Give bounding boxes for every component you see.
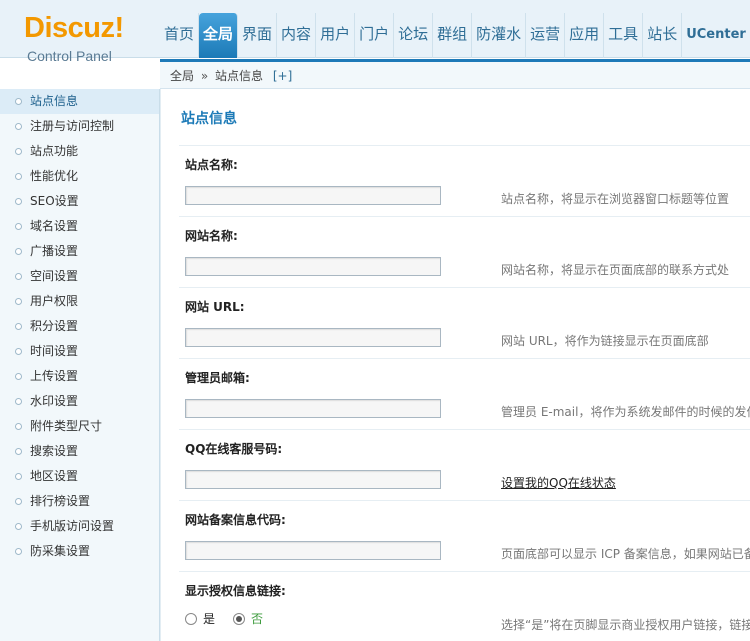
nav-forum[interactable]: 论坛	[394, 13, 434, 58]
field-label: 管理员邮箱:	[185, 371, 250, 385]
sidebar-item-mobile[interactable]: 手机版访问设置	[0, 514, 159, 539]
breadcrumb-root[interactable]: 全局	[170, 69, 194, 83]
sidebar-item-follow[interactable]: 广播设置	[0, 239, 159, 264]
sidebar-item-functions[interactable]: 站点功能	[0, 139, 159, 164]
sidebar-item-seo[interactable]: SEO设置	[0, 189, 159, 214]
sidebar-item-datetime[interactable]: 时间设置	[0, 339, 159, 364]
sidebar-item-performance[interactable]: 性能优化	[0, 164, 159, 189]
nav-tools[interactable]: 工具	[604, 13, 644, 58]
field-tip: 管理员 E-mail，将作为系统发邮件的时候的发件	[501, 405, 750, 419]
sidebar-item-credits[interactable]: 积分设置	[0, 314, 159, 339]
bbname-input[interactable]	[185, 257, 441, 276]
nav-global[interactable]: 全局	[199, 13, 239, 58]
field-tip: 网站名称，将显示在页面底部的联系方式处	[501, 263, 730, 277]
radio-no-label[interactable]: 否	[251, 610, 263, 627]
sidebar-item-access[interactable]: 注册与访问控制	[0, 114, 159, 139]
sidebar-item-domain[interactable]: 域名设置	[0, 214, 159, 239]
icp-input[interactable]	[185, 541, 441, 560]
field-label: QQ在线客服号码:	[185, 442, 283, 456]
field-tip: 网站 URL，将作为链接显示在页面底部	[501, 334, 709, 348]
sidebar: 站点信息 注册与访问控制 站点功能 性能优化 SEO设置 域名设置 广播设置 空…	[0, 89, 160, 641]
field-row-bbname: 网站名称: 网站名称，将显示在页面底部的联系方式处	[179, 216, 750, 287]
nav-home[interactable]: 首页	[160, 13, 200, 58]
field-label: 网站备案信息代码:	[185, 513, 286, 527]
field-row-adminemail: 管理员邮箱: 管理员 E-mail，将作为系统发邮件的时候的发件	[179, 358, 750, 429]
field-row-qq: QQ在线客服号码: 设置我的QQ在线状态	[179, 429, 750, 500]
nav-group[interactable]: 群组	[433, 13, 473, 58]
field-row-license: 显示授权信息链接: 是 否 选择“是”将在页脚显示商业授权用户链接，链接	[179, 571, 750, 641]
top-nav: 首页 全局 界面 内容 用户 门户 论坛 群组 防灌水 运营 应用 工具 站长 …	[160, 13, 750, 58]
adminemail-input[interactable]	[185, 399, 441, 418]
qq-status-link[interactable]: 设置我的QQ在线状态	[501, 474, 750, 491]
field-row-icp: 网站备案信息代码: 页面底部可以显示 ICP 备案信息，如果网站已备	[179, 500, 750, 571]
radio-no[interactable]	[233, 612, 246, 625]
sidebar-item-district[interactable]: 地区设置	[0, 464, 159, 489]
sidebar-item-attachtype[interactable]: 附件类型尺寸	[0, 414, 159, 439]
nav-user[interactable]: 用户	[316, 13, 356, 58]
breadcrumb: 全局 » 站点信息 [+]	[160, 59, 750, 89]
sidebar-item-watermark[interactable]: 水印设置	[0, 389, 159, 414]
logo[interactable]: Discuz! Control Panel	[0, 0, 160, 64]
nav-operation[interactable]: 运营	[526, 13, 566, 58]
nav-safe[interactable]: 防灌水	[472, 13, 527, 58]
qq-input[interactable]	[185, 470, 441, 489]
nav-style[interactable]: 界面	[238, 13, 278, 58]
page-title: 站点信息	[181, 111, 237, 127]
siteurl-input[interactable]	[185, 328, 441, 347]
logo-subtitle: Control Panel	[27, 48, 112, 64]
sidebar-item-permission[interactable]: 用户权限	[0, 289, 159, 314]
field-tip: 页面底部可以显示 ICP 备案信息，如果网站已备	[501, 547, 750, 561]
radio-yes[interactable]	[185, 612, 197, 625]
main-panel: 站点信息 站点名称: 站点名称，将显示在浏览器窗口标题等位置 网站名称: 网站名…	[160, 89, 750, 641]
field-tip: 站点名称，将显示在浏览器窗口标题等位置	[501, 192, 730, 206]
nav-ucenter[interactable]: UCenter	[682, 13, 750, 58]
field-row-siteurl: 网站 URL: 网站 URL，将作为链接显示在页面底部	[179, 287, 750, 358]
field-label: 网站名称:	[185, 229, 238, 243]
header: Discuz! Control Panel 首页 全局 界面 内容 用户 门户 …	[0, 0, 750, 64]
breadcrumb-separator: »	[200, 69, 209, 83]
nav-plugin[interactable]: 应用	[565, 13, 605, 58]
field-label: 站点名称:	[185, 158, 238, 172]
sidebar-item-attach[interactable]: 上传设置	[0, 364, 159, 389]
breadcrumb-current: 站点信息	[215, 69, 264, 83]
sidebar-item-home[interactable]: 空间设置	[0, 264, 159, 289]
sidebar-item-basic[interactable]: 站点信息	[0, 89, 159, 114]
nav-founder[interactable]: 站长	[643, 13, 683, 58]
field-tip: 选择“是”将在页脚显示商业授权用户链接，链接	[501, 618, 750, 632]
nav-portal[interactable]: 门户	[355, 13, 395, 58]
radio-yes-label[interactable]: 是	[203, 610, 215, 627]
license-radio-group: 是 否	[185, 610, 275, 627]
field-label: 显示授权信息链接:	[185, 584, 286, 598]
sidebar-item-ranklist[interactable]: 排行榜设置	[0, 489, 159, 514]
field-row-sitename: 站点名称: 站点名称，将显示在浏览器窗口标题等位置	[179, 145, 750, 216]
sidebar-item-search[interactable]: 搜索设置	[0, 439, 159, 464]
field-label: 网站 URL:	[185, 300, 245, 314]
sitename-input[interactable]	[185, 186, 441, 205]
logo-name: Discuz!	[24, 12, 124, 44]
add-shortcut-button[interactable]: [+]	[273, 69, 292, 83]
nav-content[interactable]: 内容	[277, 13, 317, 58]
sidebar-item-antitheft[interactable]: 防采集设置	[0, 539, 159, 564]
